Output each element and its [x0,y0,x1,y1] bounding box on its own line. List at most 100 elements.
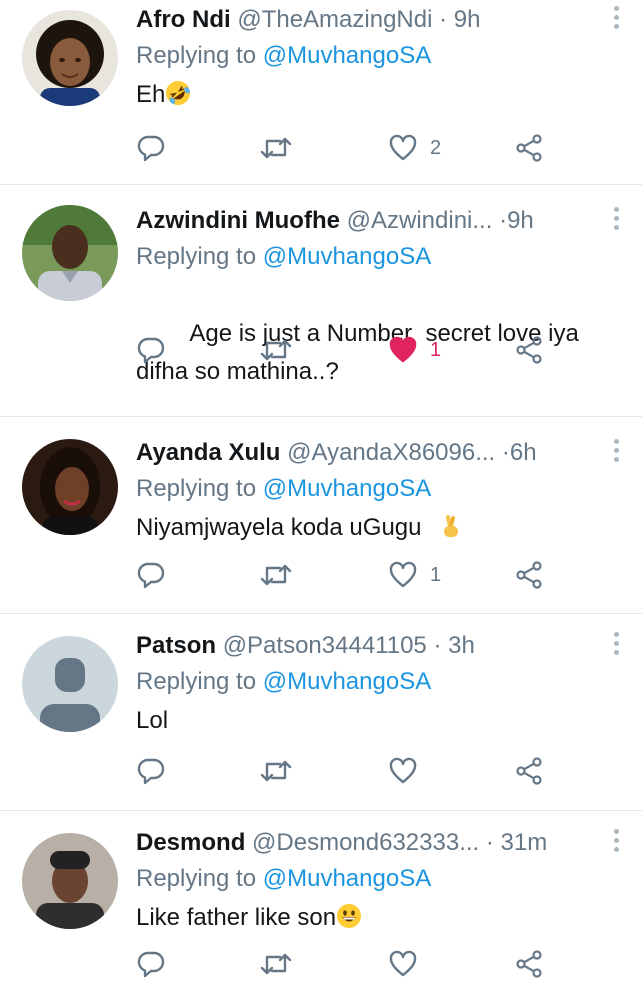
tweet-text-body: Like father like son [136,904,337,931]
separator: · [439,6,448,33]
reply-tweet[interactable]: Afro Ndi @TheAmazingNdi · 9h Replying to… [0,0,642,185]
avatar[interactable] [22,833,118,929]
like-button[interactable]: 1 [388,330,441,370]
tweet-header: Ayanda Xulu @AyandaX86096... ·6h [136,437,602,469]
timestamp[interactable]: 31m [501,829,548,856]
reply-icon [137,758,165,785]
tweet-actions [136,944,582,984]
retweet-button[interactable] [260,330,292,370]
avatar[interactable] [22,10,118,106]
reply-tweet[interactable]: Azwindini Muofhe @Azwindini... ·9h Reply… [0,185,642,417]
rolling-on-floor-laughing-icon [165,80,191,106]
display-name[interactable]: Afro Ndi [136,6,231,33]
heart-icon [389,561,417,588]
reply-button[interactable] [136,944,166,984]
separator: · [485,829,494,856]
more-vertical-icon[interactable] [614,439,620,466]
avatar[interactable] [22,205,118,301]
share-icon [516,561,542,589]
mention-link[interactable]: @MuvhangoSA [263,243,431,270]
heart-filled-icon [389,336,417,363]
tweet-header: Afro Ndi @TheAmazingNdi · 9h [136,4,602,36]
like-button[interactable]: 1 [388,555,441,595]
mention-link[interactable]: @MuvhangoSA [263,42,431,69]
mention-link[interactable]: @MuvhangoSA [263,668,431,695]
share-button[interactable] [514,128,544,168]
share-icon [516,134,542,162]
replying-to-label: Replying to [136,243,257,270]
user-handle[interactable]: @TheAmazingNdi [237,6,432,33]
retweet-icon [260,564,292,586]
display-name[interactable]: Patson [136,632,216,659]
retweet-icon [260,953,292,975]
replying-to: Replying to @MuvhangoSA [136,471,602,507]
user-handle[interactable]: @Patson34441105 [223,632,427,659]
display-name[interactable]: Azwindini Muofhe [136,207,340,234]
avatar[interactable] [22,439,118,535]
user-handle[interactable]: @AyandaX86096... [287,439,495,466]
display-name[interactable]: Desmond [136,829,245,856]
more-vertical-icon[interactable] [614,207,620,234]
tweet-text-body: Niyamjwayela koda uGugu [136,514,422,541]
replying-to-label: Replying to [136,475,257,502]
share-button[interactable] [514,555,544,595]
tweet-text-body: Lol [136,707,169,734]
like-count: 2 [430,136,442,159]
reply-icon [137,951,165,978]
more-vertical-icon[interactable] [614,829,620,856]
retweet-button[interactable] [260,555,292,595]
user-handle[interactable]: @Azwindini... [347,207,493,234]
tweet-text: Lol [136,702,602,740]
default-avatar-icon [22,636,118,732]
tweet-actions: 1 [136,555,582,595]
more-vertical-icon[interactable] [614,632,620,659]
share-button[interactable] [514,751,544,791]
tweet-header: Desmond @Desmond632333... · 31m [136,827,602,859]
retweet-button[interactable] [260,751,292,791]
share-icon [516,336,542,364]
replying-to-label: Replying to [136,668,257,695]
reply-thread: Afro Ndi @TheAmazingNdi · 9h Replying to… [0,0,642,1000]
timestamp[interactable]: 3h [448,632,475,659]
tweet-actions: 2 [136,128,582,168]
user-handle[interactable]: @Desmond632333... [252,829,479,856]
timestamp[interactable]: 6h [510,439,537,466]
separator: · [433,632,442,659]
timestamp[interactable]: 9h [507,207,534,234]
retweet-icon [260,339,292,361]
replying-to-label: Replying to [136,865,257,892]
share-button[interactable] [514,944,544,984]
heart-icon [389,134,417,161]
more-vertical-icon[interactable] [614,6,620,33]
reply-button[interactable] [136,330,166,370]
reply-button[interactable] [136,128,166,168]
retweet-button[interactable] [260,128,292,168]
tweet-text: Niyamjwayela koda uGugu [136,509,602,547]
display-name[interactable]: Ayanda Xulu [136,439,280,466]
separator: · [499,207,508,234]
share-button[interactable] [514,330,544,370]
like-button[interactable] [388,944,430,984]
share-icon [516,757,542,785]
like-button[interactable]: 2 [388,128,441,168]
tweet-actions: 1 [136,330,582,370]
mention-link[interactable]: @MuvhangoSA [263,475,431,502]
avatar[interactable] [22,636,118,732]
separator: · [501,439,510,466]
replying-to: Replying to @MuvhangoSA [136,664,602,700]
timestamp[interactable]: 9h [454,6,481,33]
heart-icon [389,950,417,977]
tweet-text: Eh [136,76,602,114]
reply-icon [137,135,165,162]
retweet-button[interactable] [260,944,292,984]
reply-tweet[interactable]: Patson @Patson34441105 · 3h Replying to … [0,614,642,811]
retweet-icon [260,760,292,782]
crossed-fingers-icon [438,513,464,539]
mention-link[interactable]: @MuvhangoSA [263,865,431,892]
tweet-header: Azwindini Muofhe @Azwindini... ·9h [136,205,602,237]
reply-tweet[interactable]: Desmond @Desmond632333... · 31m Replying… [0,811,642,1000]
reply-button[interactable] [136,751,166,791]
reply-tweet[interactable]: Ayanda Xulu @AyandaX86096... ·6h Replyin… [0,417,642,614]
reply-button[interactable] [136,555,166,595]
like-button[interactable] [388,751,430,791]
